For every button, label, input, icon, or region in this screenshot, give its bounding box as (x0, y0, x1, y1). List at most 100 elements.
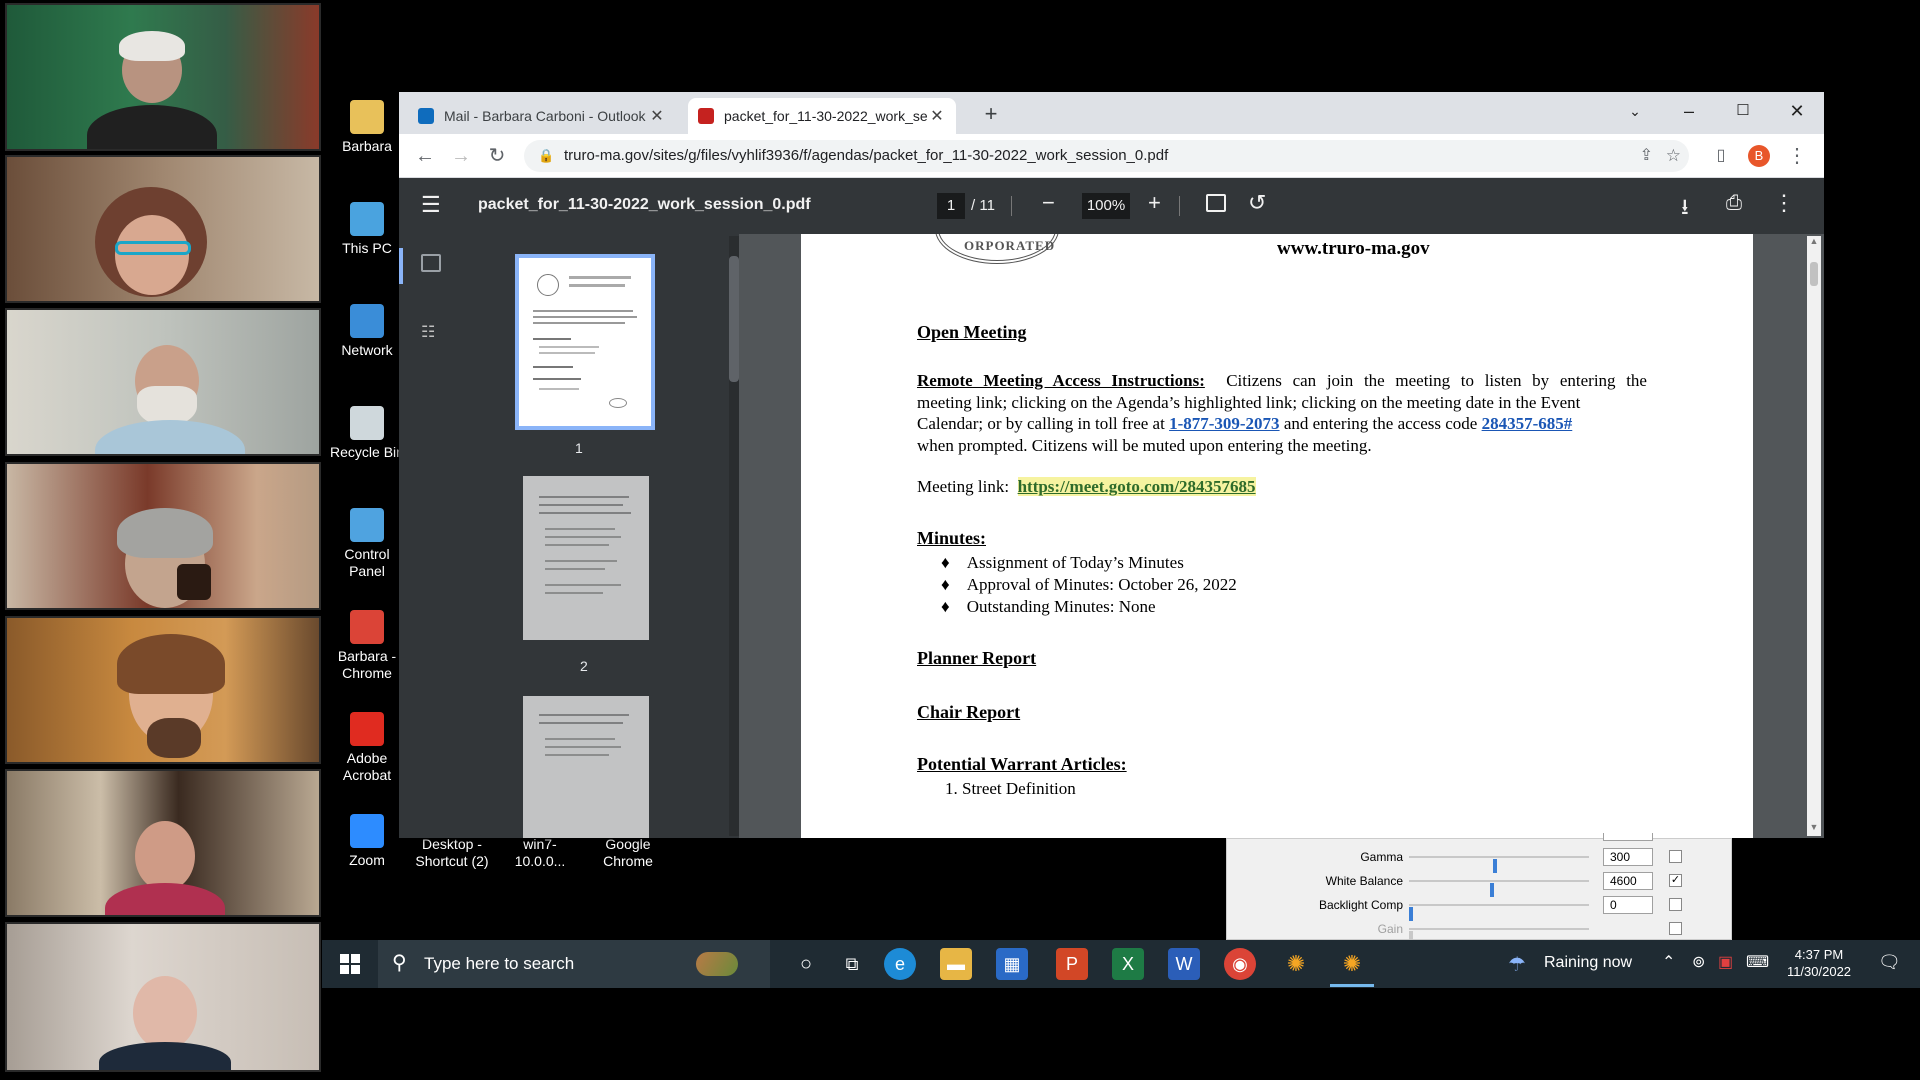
share-icon[interactable]: ⇪ (1640, 140, 1653, 172)
chevron-up-icon[interactable]: ⌃ (1662, 952, 1675, 972)
store-icon[interactable]: ▦ (996, 948, 1028, 980)
zoom-level-input[interactable]: 100% (1082, 193, 1130, 219)
desktop-icon-label: Network (341, 342, 393, 358)
download-icon[interactable]: ⭳ (1681, 190, 1689, 228)
close-icon[interactable]: ✕ (648, 106, 666, 126)
clock[interactable]: 4:37 PM 11/30/2022 (1784, 946, 1854, 980)
keyboard-icon[interactable]: ⌨ (1746, 952, 1769, 972)
video-tile[interactable] (5, 3, 321, 151)
scroll-thumb[interactable] (1810, 262, 1818, 286)
hamburger-icon[interactable]: ☰ (421, 192, 441, 218)
notifications-icon[interactable]: 🗨 (1878, 952, 1901, 973)
forward-button[interactable]: → (447, 142, 475, 170)
video-tile[interactable] (5, 769, 321, 917)
weather-text[interactable]: Raining now (1544, 954, 1632, 972)
star-icon[interactable]: ☆ (1666, 140, 1681, 172)
divider (1011, 196, 1012, 216)
desktop-icon-acrobat[interactable]: Adobe Acrobat (325, 712, 409, 784)
setting-value-input[interactable]: 0 (1603, 896, 1653, 914)
auto-checkbox[interactable] (1669, 922, 1682, 935)
website-text: www.truro-ma.gov (1277, 238, 1430, 259)
tab-search-chevron-icon[interactable]: ⌄ (1613, 96, 1657, 126)
desktop-icon-chrome[interactable]: Barbara - Chrome (325, 610, 409, 682)
tab-label: Mail - Barbara Carboni - Outlook (444, 108, 646, 124)
rotate-icon[interactable]: ↺ (1248, 190, 1266, 216)
page-scrollbar[interactable]: ▲ ▼ (1807, 236, 1821, 836)
video-tile[interactable] (5, 462, 321, 610)
desktop-icon-computer[interactable]: This PC (325, 202, 409, 257)
recycle-bin-icon (350, 406, 384, 440)
desktop-icon-zoom[interactable]: Zoom (325, 814, 409, 869)
edge-icon[interactable]: e (884, 948, 916, 980)
video-tile[interactable] (5, 308, 321, 456)
scroll-up-icon[interactable]: ▲ (1809, 236, 1819, 246)
side-panel-icon[interactable]: ▯ (1707, 142, 1735, 170)
auto-checkbox[interactable]: ✓ (1669, 874, 1682, 887)
setting-value-input[interactable]: 300 (1603, 848, 1653, 866)
profile-avatar[interactable]: B (1748, 145, 1770, 167)
desktop-icon-network[interactable]: Network (325, 304, 409, 359)
more-options-icon[interactable]: ⋮ (1773, 190, 1795, 216)
setting-slider[interactable] (1409, 904, 1589, 921)
address-bar[interactable]: 🔒 truro-ma.gov/sites/g/files/vyhlif3936/… (524, 140, 1689, 172)
menu-icon[interactable]: ⋮ (1783, 142, 1811, 170)
page-number-input[interactable]: 1 (937, 193, 965, 219)
close-icon[interactable]: ✕ (928, 106, 946, 126)
cortana-icon[interactable]: ○ (790, 948, 822, 980)
gift-tray-icon[interactable]: ▣ (1718, 952, 1733, 972)
zoom-meeting-icon[interactable]: ✺ (1336, 948, 1368, 980)
minimize-button[interactable]: – (1667, 96, 1711, 126)
scroll-down-icon[interactable]: ▼ (1809, 822, 1819, 832)
auto-checkbox[interactable] (1669, 898, 1682, 911)
outlook-icon (418, 108, 434, 124)
setting-slider[interactable] (1409, 928, 1589, 945)
desktop-icon-recycle-bin[interactable]: Recycle Bin (325, 406, 409, 461)
zoom-out-icon[interactable]: − (1042, 190, 1055, 216)
phone-link[interactable]: 1-877-309-2073 (1169, 414, 1279, 433)
thumbnail-page-2[interactable] (523, 476, 649, 640)
thumbnails-view-icon[interactable] (421, 254, 441, 272)
setting-slider[interactable] (1409, 856, 1589, 873)
tab-pdf[interactable]: packet_for_11-30-2022_work_se ✕ (688, 98, 956, 134)
reload-button[interactable]: ↻ (483, 142, 511, 170)
word-icon[interactable]: W (1168, 948, 1200, 980)
access-code-link[interactable]: 284357-685# (1482, 414, 1573, 433)
video-tile[interactable] (5, 616, 321, 764)
meeting-link[interactable]: https://meet.goto.com/284357685 (1017, 477, 1256, 496)
windows-start-icon[interactable] (340, 954, 360, 974)
close-window-button[interactable]: ✕ (1775, 96, 1819, 126)
print-icon[interactable]: ⎙ (1726, 192, 1742, 215)
desktop-icon-user-folder[interactable]: Barbara (325, 100, 409, 155)
file-explorer-icon[interactable]: ▬ (940, 948, 972, 980)
lock-icon[interactable]: 🔒 (538, 140, 554, 172)
search-placeholder: Type here to search (424, 954, 575, 973)
outline-view-icon[interactable]: ☷ (421, 324, 441, 342)
excel-icon[interactable]: X (1112, 948, 1144, 980)
task-view-icon[interactable]: ⧉ (836, 948, 868, 980)
thumbnail-scrollbar[interactable] (729, 236, 739, 836)
page-count: / 11 (971, 197, 995, 214)
camera-setting-row: Backlight Comp 0 (1227, 895, 1733, 921)
zoom-app-icon[interactable]: ✺ (1280, 948, 1312, 980)
thumbnail-page-1[interactable] (515, 254, 655, 430)
chrome-icon[interactable]: ◉ (1224, 948, 1256, 980)
desktop-icon-control-panel[interactable]: Control Panel (325, 508, 409, 580)
setting-value-input[interactable]: 4600 (1603, 872, 1653, 890)
video-tile[interactable] (5, 922, 321, 1072)
search-box[interactable]: ⚲ Type here to search (378, 940, 770, 988)
maximize-button[interactable]: ☐ (1721, 96, 1765, 126)
new-tab-button[interactable]: + (975, 100, 1007, 128)
thumbnail-page-3[interactable] (523, 696, 649, 838)
setting-slider[interactable] (1409, 880, 1589, 897)
zoom-icon (350, 814, 384, 848)
auto-checkbox[interactable] (1669, 850, 1682, 863)
fit-page-icon[interactable] (1206, 194, 1226, 212)
back-button[interactable]: ← (411, 142, 439, 170)
video-tile[interactable] (5, 155, 321, 303)
tab-outlook[interactable]: Mail - Barbara Carboni - Outlook ✕ (408, 98, 676, 134)
weather-icon[interactable]: ☂ (1508, 952, 1526, 977)
powerpoint-icon[interactable]: P (1056, 948, 1088, 980)
network-tray-icon[interactable]: ⊚ (1692, 952, 1705, 972)
zoom-in-icon[interactable]: + (1148, 190, 1161, 216)
desktop-icon-label: Control Panel (344, 546, 390, 579)
